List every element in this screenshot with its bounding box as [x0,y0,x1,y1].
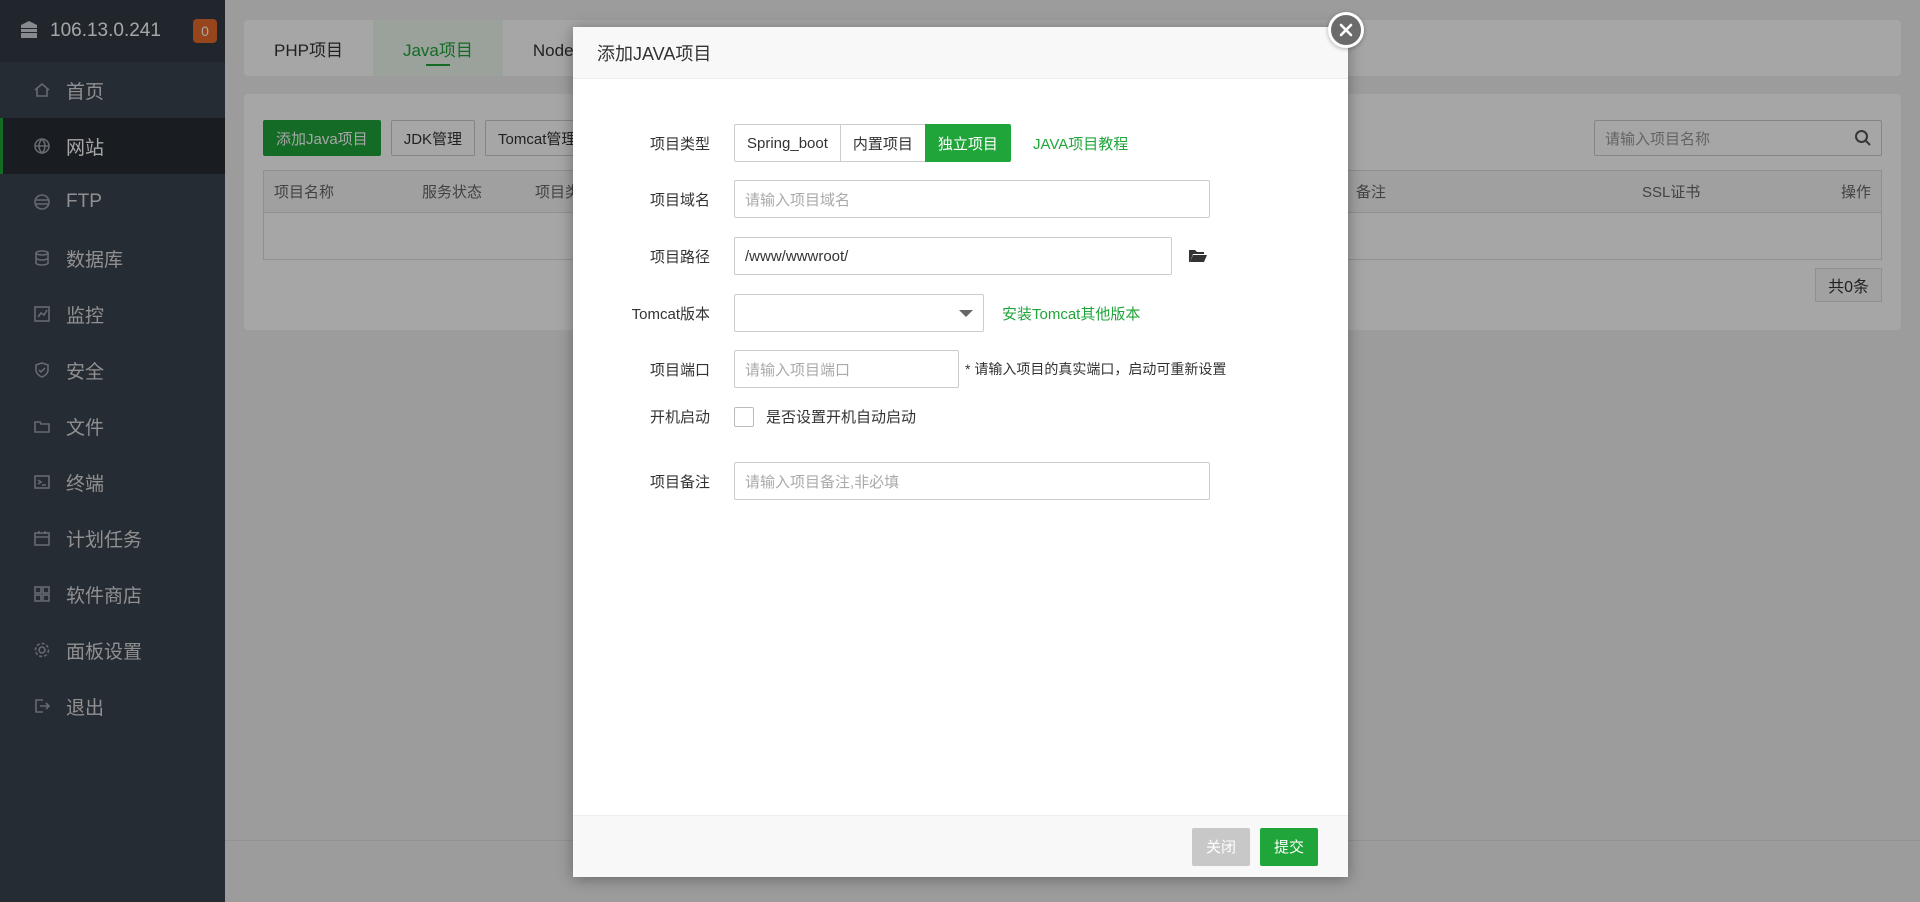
java-tutorial-link[interactable]: JAVA项目教程 [1033,133,1128,154]
project-path-row: 项目路径 /www/wwwroot/ [573,237,1208,275]
project-port-input[interactable]: 请输入项目端口 [734,350,959,388]
path-value: /www/wwwroot/ [745,247,849,265]
folder-open-icon[interactable] [1188,248,1208,264]
submit-button[interactable]: 提交 [1259,827,1318,866]
tomcat-version-row: Tomcat版本 安装Tomcat其他版本 [573,294,1140,332]
type-option-spring-boot[interactable]: Spring_boot [734,124,841,162]
close-button[interactable]: 关闭 [1191,827,1250,866]
tomcat-version-label: Tomcat版本 [631,305,710,323]
project-type-label: 项目类型 [649,135,710,153]
autostart-row: 开机启动 是否设置开机自动启动 [573,406,916,427]
project-path-label: 项目路径 [649,248,710,266]
project-type-selector: Spring_boot 内置项目 独立项目 [734,124,1011,162]
tomcat-version-select[interactable] [734,294,984,332]
remark-placeholder: 请输入项目备注,非必填 [745,473,900,491]
dialog-body: 项目类型 Spring_boot 内置项目 独立项目 JAVA项目教程 项目域名… [573,79,1348,821]
port-placeholder: 请输入项目端口 [745,361,851,379]
add-java-project-dialog: 添加JAVA项目 项目类型 Spring_boot 内置项目 独立项目 JAVA… [573,27,1348,877]
dialog-title: 添加JAVA项目 [573,27,1348,79]
domain-placeholder: 请输入项目域名 [745,191,851,209]
close-icon[interactable] [1328,12,1364,48]
type-option-standalone[interactable]: 独立项目 [924,124,1011,162]
project-remark-input[interactable]: 请输入项目备注,非必填 [734,462,1210,500]
project-domain-input[interactable]: 请输入项目域名 [734,180,1210,218]
project-remark-row: 项目备注 请输入项目备注,非必填 [573,462,1210,500]
type-option-builtin[interactable]: 内置项目 [839,124,926,162]
project-port-row: 项目端口 请输入项目端口 * 请输入项目的真实端口，启动可重新设置 [573,350,1226,388]
project-domain-row: 项目域名 请输入项目域名 [573,180,1210,218]
dialog-footer: 关闭 提交 [573,815,1348,877]
project-type-row: 项目类型 Spring_boot 内置项目 独立项目 JAVA项目教程 [573,124,1128,162]
autostart-checkbox-label[interactable]: 是否设置开机自动启动 [766,406,916,427]
project-remark-label: 项目备注 [649,473,710,491]
autostart-label: 开机启动 [649,409,710,426]
project-path-input[interactable]: /www/wwwroot/ [734,237,1172,275]
project-port-label: 项目端口 [649,361,710,379]
install-tomcat-link[interactable]: 安装Tomcat其他版本 [1002,303,1140,324]
chevron-down-icon [959,309,973,317]
autostart-checkbox[interactable] [734,406,754,427]
project-domain-label: 项目域名 [649,191,710,209]
port-hint: * 请输入项目的真实端口，启动可重新设置 [965,361,1227,377]
